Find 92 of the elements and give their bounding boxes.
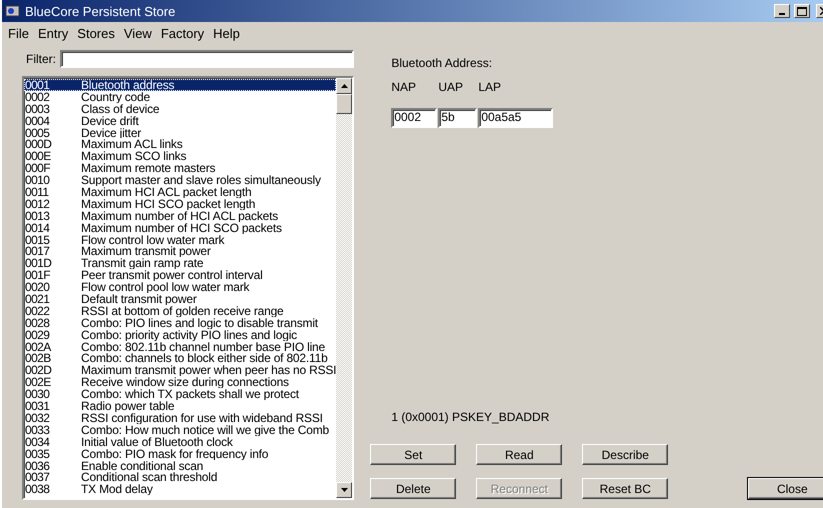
app-icon bbox=[5, 4, 21, 18]
dialog-button[interactable]: Close bbox=[748, 478, 823, 499]
maximize-button[interactable] bbox=[794, 4, 810, 18]
key-code: 0036 bbox=[24, 460, 50, 472]
list-row[interactable]: 0003 Class of device bbox=[24, 102, 336, 115]
key-code: 0032 bbox=[24, 412, 50, 424]
key-code: 0012 bbox=[24, 198, 50, 210]
menu-item[interactable]: View bbox=[122, 26, 159, 40]
key-code: 0035 bbox=[24, 448, 50, 460]
key-code: 0001 bbox=[24, 79, 50, 91]
key-code: 001F bbox=[24, 269, 52, 282]
scroll-down-button[interactable] bbox=[336, 482, 352, 498]
key-description: Class of device bbox=[81, 102, 160, 115]
list-row[interactable]: 0015 Flow control low water mark bbox=[24, 234, 336, 246]
key-description: Maximum remote masters bbox=[81, 162, 216, 174]
dialog-button[interactable]: Delete bbox=[370, 478, 456, 499]
list-row[interactable]: 0004 Device drift bbox=[24, 114, 336, 127]
list-row[interactable]: 000D Maximum ACL links bbox=[24, 138, 336, 150]
address-title: Bluetooth Address: bbox=[391, 56, 494, 70]
key-code: 000E bbox=[24, 150, 52, 162]
list-row[interactable]: 002A Combo: 802.11b channel number base PIO line bbox=[24, 340, 336, 352]
menu-item[interactable]: Factory bbox=[158, 26, 212, 40]
key-code: 002D bbox=[24, 364, 52, 376]
menu-item[interactable]: File bbox=[6, 26, 36, 40]
maximize-icon bbox=[797, 6, 807, 16]
key-code: 0014 bbox=[24, 222, 50, 234]
key-code: 0030 bbox=[24, 388, 50, 400]
key-description: Enable conditional scan bbox=[81, 460, 204, 472]
key-code: 002A bbox=[24, 340, 52, 352]
key-code: 0033 bbox=[24, 424, 50, 436]
key-code: 0022 bbox=[24, 304, 50, 317]
key-code: 0010 bbox=[24, 174, 50, 186]
key-code: 000D bbox=[24, 138, 52, 150]
minimize-button[interactable] bbox=[774, 4, 790, 18]
input-field[interactable]: 00a5a5 bbox=[478, 108, 554, 128]
key-description: Flow control low water mark bbox=[81, 234, 224, 246]
key-code: 0013 bbox=[24, 210, 50, 222]
key-description: Conditional scan threshold bbox=[81, 471, 218, 484]
key-description: Device drift bbox=[81, 114, 139, 127]
key-description: Initial value of Bluetooth clock bbox=[81, 436, 233, 448]
window-title: BlueCore Persistent Store bbox=[25, 4, 176, 18]
dialog-button[interactable]: Read bbox=[476, 444, 562, 465]
up-arrow-icon bbox=[340, 84, 348, 88]
key-code: 002B bbox=[24, 352, 52, 364]
key-description: Bluetooth address bbox=[81, 79, 174, 91]
field-label: UAP bbox=[438, 80, 464, 94]
list-row[interactable]: 000F Maximum remote masters bbox=[24, 162, 336, 174]
dialog-button[interactable]: Reset BC bbox=[582, 478, 668, 499]
key-code: 0037 bbox=[24, 471, 50, 484]
list-row[interactable]: 000E Maximum SCO links bbox=[24, 150, 336, 162]
list-row[interactable]: 0036 Enable conditional scan bbox=[24, 460, 336, 472]
filter-label: Filter: bbox=[26, 52, 56, 66]
scrollbar[interactable] bbox=[336, 78, 352, 498]
field-label: LAP bbox=[478, 80, 502, 94]
key-code: 0028 bbox=[24, 316, 50, 329]
key-code: 0004 bbox=[24, 114, 50, 127]
scroll-up-button[interactable] bbox=[336, 78, 352, 94]
key-code: 0003 bbox=[24, 102, 50, 115]
key-code: 0021 bbox=[24, 293, 50, 305]
key-code: 0031 bbox=[24, 400, 50, 412]
down-arrow-icon bbox=[340, 488, 348, 492]
key-code: 0038 bbox=[24, 483, 50, 496]
key-code: 002E bbox=[24, 376, 52, 388]
list-row[interactable]: 002B Combo: channels to block either side of 802.11b bbox=[24, 352, 336, 364]
input-field[interactable]: 0002 bbox=[391, 108, 438, 128]
menu-item[interactable]: Help bbox=[211, 26, 247, 40]
field-label: NAP bbox=[391, 80, 417, 94]
list-row[interactable]: 0001 Bluetooth address bbox=[24, 79, 336, 91]
key-code: 0002 bbox=[24, 90, 50, 103]
menu-item[interactable]: Stores bbox=[75, 26, 122, 40]
key-description: Maximum SCO links bbox=[81, 150, 186, 162]
key-code: 0029 bbox=[24, 328, 50, 341]
key-description: Combo: 802.11b channel number base PIO line bbox=[81, 340, 326, 352]
key-code: 0015 bbox=[24, 234, 50, 246]
input-field[interactable]: 5b bbox=[438, 108, 478, 128]
key-description: Combo: channels to block either side of 802.11b bbox=[81, 352, 328, 364]
key-code: 0020 bbox=[24, 281, 50, 294]
key-code: 0005 bbox=[24, 126, 50, 138]
key-code: 000F bbox=[24, 162, 52, 174]
key-code: 001D bbox=[24, 257, 52, 270]
dialog-button[interactable]: Set bbox=[370, 444, 456, 465]
key-description: Maximum ACL links bbox=[81, 138, 183, 150]
list-row[interactable]: 0037 Conditional scan threshold bbox=[24, 471, 336, 484]
scroll-thumb[interactable] bbox=[336, 94, 352, 114]
list-row[interactable]: 0034 Initial value of Bluetooth clock bbox=[24, 436, 336, 448]
dialog-button[interactable]: Describe bbox=[582, 444, 668, 465]
key-code: 0011 bbox=[24, 186, 50, 198]
menu-item[interactable]: Entry bbox=[36, 26, 76, 40]
status-text: 1 (0x0001) PSKEY_BDADDR bbox=[391, 410, 550, 424]
filter-field[interactable] bbox=[60, 50, 354, 68]
key-code: 0034 bbox=[24, 436, 50, 448]
key-code: 0017 bbox=[24, 245, 50, 258]
